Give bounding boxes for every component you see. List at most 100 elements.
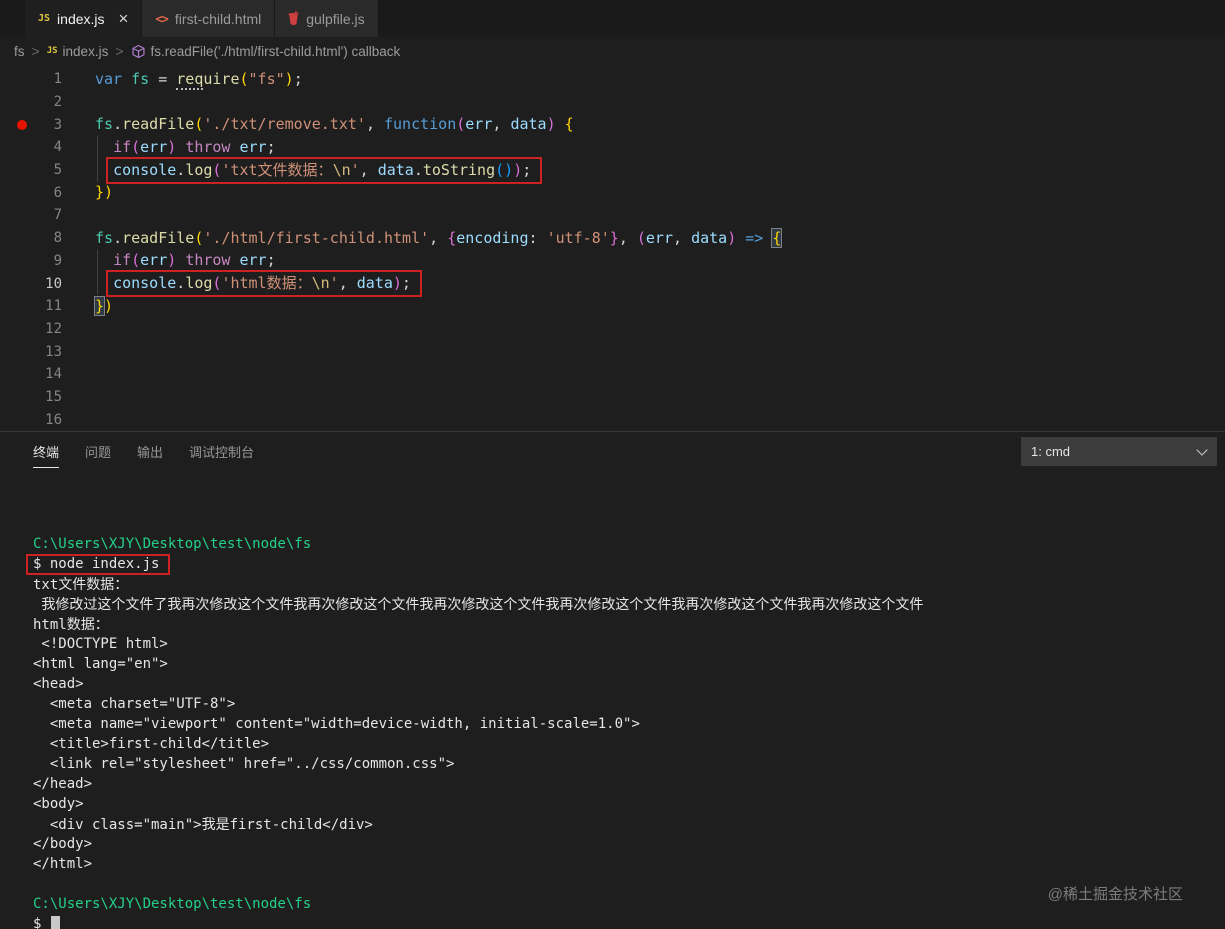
annotation-box: $ node index.js — [26, 553, 171, 575]
terminal-picker-value: 1: cmd — [1031, 444, 1071, 459]
code-line[interactable]: 1 var fs = require("fs"); — [0, 68, 1225, 91]
gutter[interactable]: 9 — [0, 253, 62, 269]
terminal-line: <body> — [33, 796, 84, 812]
html-icon: <> — [155, 11, 168, 26]
panel-tab-output[interactable]: 输出 — [137, 437, 163, 467]
code-text: }) — [95, 183, 114, 202]
code-line[interactable]: 12 — [0, 318, 1225, 341]
gutter[interactable]: 16 — [0, 412, 62, 428]
editor-tab-bar: JS index.js × <> first-child.html gulpfi… — [0, 0, 1225, 37]
code-text: var fs = require("fs"); — [95, 69, 303, 90]
panel-tab-debug-console[interactable]: 调试控制台 — [189, 437, 254, 467]
line-number[interactable]: 9 — [54, 253, 62, 269]
line-number[interactable]: 10 — [45, 276, 62, 292]
terminal-line: </body> — [33, 836, 93, 852]
chevron-down-icon — [1196, 444, 1208, 456]
gutter[interactable]: 2 — [0, 94, 62, 110]
terminal-line: </head> — [33, 776, 93, 792]
code-line[interactable]: 16 — [0, 408, 1225, 431]
terminal-line: <head> — [33, 676, 84, 692]
line-number[interactable]: 3 — [54, 117, 62, 133]
terminal-line: C:\Users\XJY\Desktop\test\node\fs — [33, 536, 312, 552]
code-line[interactable]: 4 if(err) throw err; — [0, 135, 1225, 159]
line-number[interactable]: 16 — [45, 412, 62, 428]
tab-first-child-html[interactable]: <> first-child.html — [142, 0, 276, 37]
code-line[interactable]: 13 — [0, 340, 1225, 363]
code-text: if(err) throw err; — [95, 135, 276, 159]
gutter[interactable]: 8 — [0, 230, 62, 246]
line-number[interactable]: 14 — [45, 366, 62, 382]
gutter[interactable]: 14 — [0, 366, 62, 382]
gutter[interactable]: 6 — [0, 185, 62, 201]
terminal[interactable]: C:\Users\XJY\Desktop\test\node\fs $ node … — [0, 472, 1225, 929]
close-icon[interactable]: × — [119, 10, 129, 27]
breadcrumb-file[interactable]: index.js — [63, 44, 109, 59]
gutter[interactable]: 11 — [0, 298, 62, 314]
code-text: console.log('txt文件数据：\n', data.toString(… — [95, 156, 543, 184]
gutter[interactable]: 10 — [0, 276, 62, 292]
code-line[interactable]: 15 — [0, 386, 1225, 409]
gutter[interactable]: 1 — [0, 71, 62, 87]
breakpoint-icon[interactable] — [17, 119, 27, 130]
annotation-box: console.log('txt文件数据：\n', data.toString(… — [106, 156, 543, 184]
breadcrumb-symbol[interactable]: fs.readFile('./html/first-child.html') c… — [151, 44, 401, 59]
tab-gulpfile-js[interactable]: gulpfile.js — [275, 0, 379, 37]
terminal-line: <meta name="viewport" content="width=dev… — [33, 716, 640, 732]
breadcrumb: fs > JS index.js > fs.readFile('./html/f… — [0, 37, 1225, 65]
line-number[interactable]: 2 — [54, 94, 62, 110]
js-icon: JS — [46, 46, 58, 56]
line-number[interactable]: 8 — [54, 230, 62, 246]
line-number[interactable]: 4 — [54, 139, 62, 155]
line-number[interactable]: 7 — [54, 207, 62, 223]
symbol-method-icon — [131, 44, 146, 59]
code-line[interactable]: 8 fs.readFile('./html/first-child.html', … — [0, 227, 1225, 250]
breadcrumb-separator: > — [115, 43, 124, 59]
gutter[interactable]: 3 — [0, 117, 62, 133]
gutter[interactable]: 4 — [0, 139, 62, 155]
gutter[interactable]: 15 — [0, 389, 62, 405]
terminal-line: <title>first-child</title> — [33, 736, 270, 752]
gutter[interactable]: 5 — [0, 162, 62, 178]
code-line[interactable]: 10 console.log('html数据：\n', data); — [0, 270, 1225, 298]
code-editor[interactable]: 1 var fs = require("fs"); 2 3 fs.readFile('.… — [0, 65, 1225, 431]
code-line[interactable]: 5 console.log('txt文件数据：\n', data.toStrin… — [0, 156, 1225, 184]
code-text: if(err) throw err; — [95, 249, 276, 273]
line-number[interactable]: 1 — [54, 71, 62, 87]
bottom-panel: 终端 问题 输出 调试控制台 1: cmd C:\Users\XJY\Deskt… — [0, 431, 1225, 929]
panel-header: 终端 问题 输出 调试控制台 1: cmd — [0, 432, 1225, 472]
line-number[interactable]: 12 — [45, 321, 62, 337]
gulp-icon — [288, 11, 299, 25]
code-line[interactable]: 14 — [0, 363, 1225, 386]
line-number[interactable]: 5 — [54, 162, 62, 178]
js-icon: JS — [38, 13, 51, 24]
tab-label: index.js — [57, 10, 105, 27]
panel-tab-problems[interactable]: 问题 — [85, 437, 111, 467]
line-number[interactable]: 15 — [45, 389, 62, 405]
terminal-line: <meta charset="UTF-8"> — [33, 696, 236, 712]
watermark: @稀土掘金技术社区 — [1047, 886, 1183, 903]
code-line[interactable]: 7 — [0, 204, 1225, 227]
code-line[interactable]: 3 fs.readFile('./txt/remove.txt', functio… — [0, 113, 1225, 136]
gutter[interactable]: 7 — [0, 207, 62, 223]
terminal-line: </html> — [33, 856, 93, 872]
line-number[interactable]: 6 — [54, 185, 62, 201]
tab-label: gulpfile.js — [306, 10, 365, 27]
code-line[interactable]: 6}) — [0, 181, 1225, 204]
terminal-line: <div class="main">我是first-child</div> — [33, 817, 373, 833]
code-line[interactable]: 2 — [0, 91, 1225, 114]
line-number[interactable]: 13 — [45, 344, 62, 360]
code-text: console.log('html数据：\n', data); — [95, 270, 422, 298]
tab-label: first-child.html — [174, 10, 262, 27]
terminal-line: txt文件数据： — [33, 577, 129, 593]
tab-index-js[interactable]: JS index.js × — [25, 0, 143, 37]
code-line[interactable]: 9 if(err) throw err; — [0, 249, 1225, 273]
panel-tab-terminal[interactable]: 终端 — [33, 437, 60, 468]
gutter[interactable]: 12 — [0, 321, 62, 337]
breadcrumb-folder[interactable]: fs — [14, 44, 25, 59]
terminal-line: $ — [33, 914, 1225, 929]
gutter[interactable]: 13 — [0, 344, 62, 360]
code-line[interactable]: 11}) — [0, 295, 1225, 318]
line-number[interactable]: 11 — [45, 298, 62, 314]
terminal-picker-dropdown[interactable]: 1: cmd — [1021, 437, 1217, 466]
